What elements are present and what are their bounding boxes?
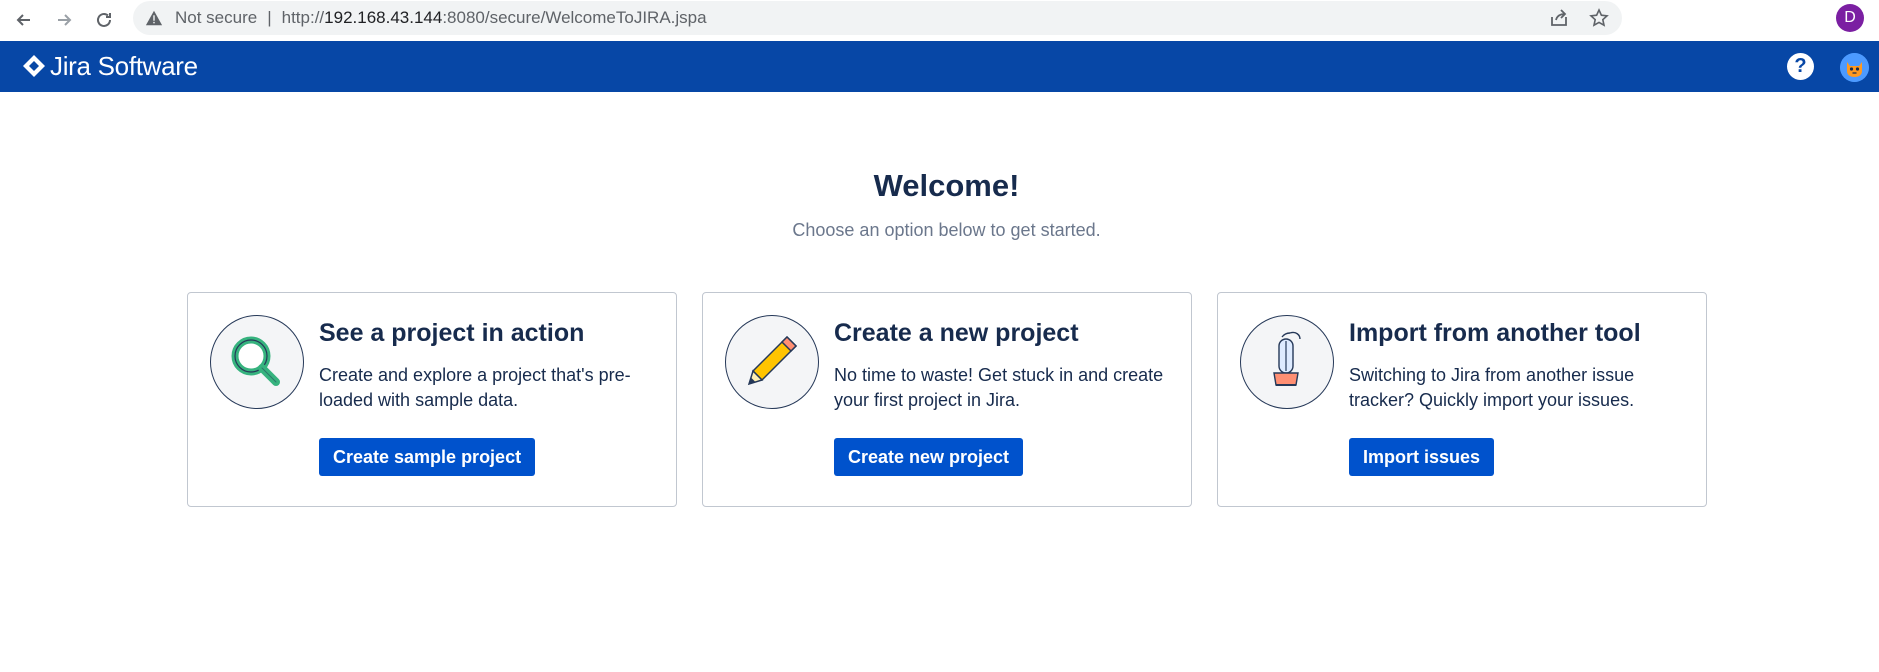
star-icon <box>1589 8 1609 27</box>
card-new-project: Create a new project No time to waste! G… <box>702 292 1192 507</box>
bookmark-button[interactable] <box>1586 6 1612 30</box>
card-description: Switching to Jira from another issue tra… <box>1349 365 1635 410</box>
import-issues-button[interactable]: Import issues <box>1349 438 1495 476</box>
card-sample-project: See a project in action Create and explo… <box>187 292 677 507</box>
card-description: Create and explore a project that's pre-… <box>319 365 631 410</box>
magnifier-icon <box>231 336 280 386</box>
brand-name: Jira Software <box>50 50 198 81</box>
card-title: Import from another tool <box>1349 319 1641 347</box>
help-button[interactable]: ? <box>1787 53 1814 80</box>
warning-icon <box>145 8 165 28</box>
pencil-icon <box>747 335 798 386</box>
url-prefix: http:// <box>281 8 325 27</box>
card-import: Import from another tool Switching to Ji… <box>1217 292 1707 507</box>
url-separator: | <box>267 8 272 27</box>
back-arrow-icon <box>16 14 30 26</box>
reload-button[interactable] <box>90 6 118 34</box>
card-illustration <box>1240 315 1334 409</box>
create-new-project-button[interactable]: Create new project <box>834 438 1024 476</box>
forward-arrow-icon <box>58 14 72 26</box>
profile-avatar[interactable]: D <box>1836 4 1864 32</box>
cat-avatar-icon <box>1840 53 1869 82</box>
vacuum-icon <box>1273 331 1301 386</box>
reload-icon <box>97 12 111 27</box>
address-bar[interactable]: Not secure | http://192.168.43.144:8080/… <box>133 1 1622 35</box>
jira-diamond-icon <box>23 55 45 77</box>
card-description: No time to waste! Get stuck in and creat… <box>834 365 1164 410</box>
create-sample-project-button[interactable]: Create sample project <box>319 438 536 476</box>
user-avatar[interactable] <box>1840 53 1869 82</box>
share-button[interactable] <box>1546 6 1572 30</box>
browser-toolbar: Not secure | http://192.168.43.144:8080/… <box>0 0 1879 41</box>
card-illustration <box>210 315 304 409</box>
back-button[interactable] <box>10 6 38 34</box>
card-illustration <box>725 315 819 409</box>
security-status: Not secure <box>175 8 258 27</box>
jira-header: Jira Software ? <box>0 41 1879 92</box>
page-subtitle: Choose an option below to get started. <box>792 220 1101 240</box>
jira-logo[interactable]: Jira Software <box>22 51 198 81</box>
page-title: Welcome! <box>873 168 1020 203</box>
url-path: :8080/secure/WelcomeToJIRA.jspa <box>442 8 707 27</box>
card-title: Create a new project <box>834 319 1079 347</box>
forward-button[interactable] <box>50 6 78 34</box>
card-title: See a project in action <box>319 319 585 347</box>
url-host: 192.168.43.144 <box>324 8 443 27</box>
share-icon <box>1551 9 1567 26</box>
